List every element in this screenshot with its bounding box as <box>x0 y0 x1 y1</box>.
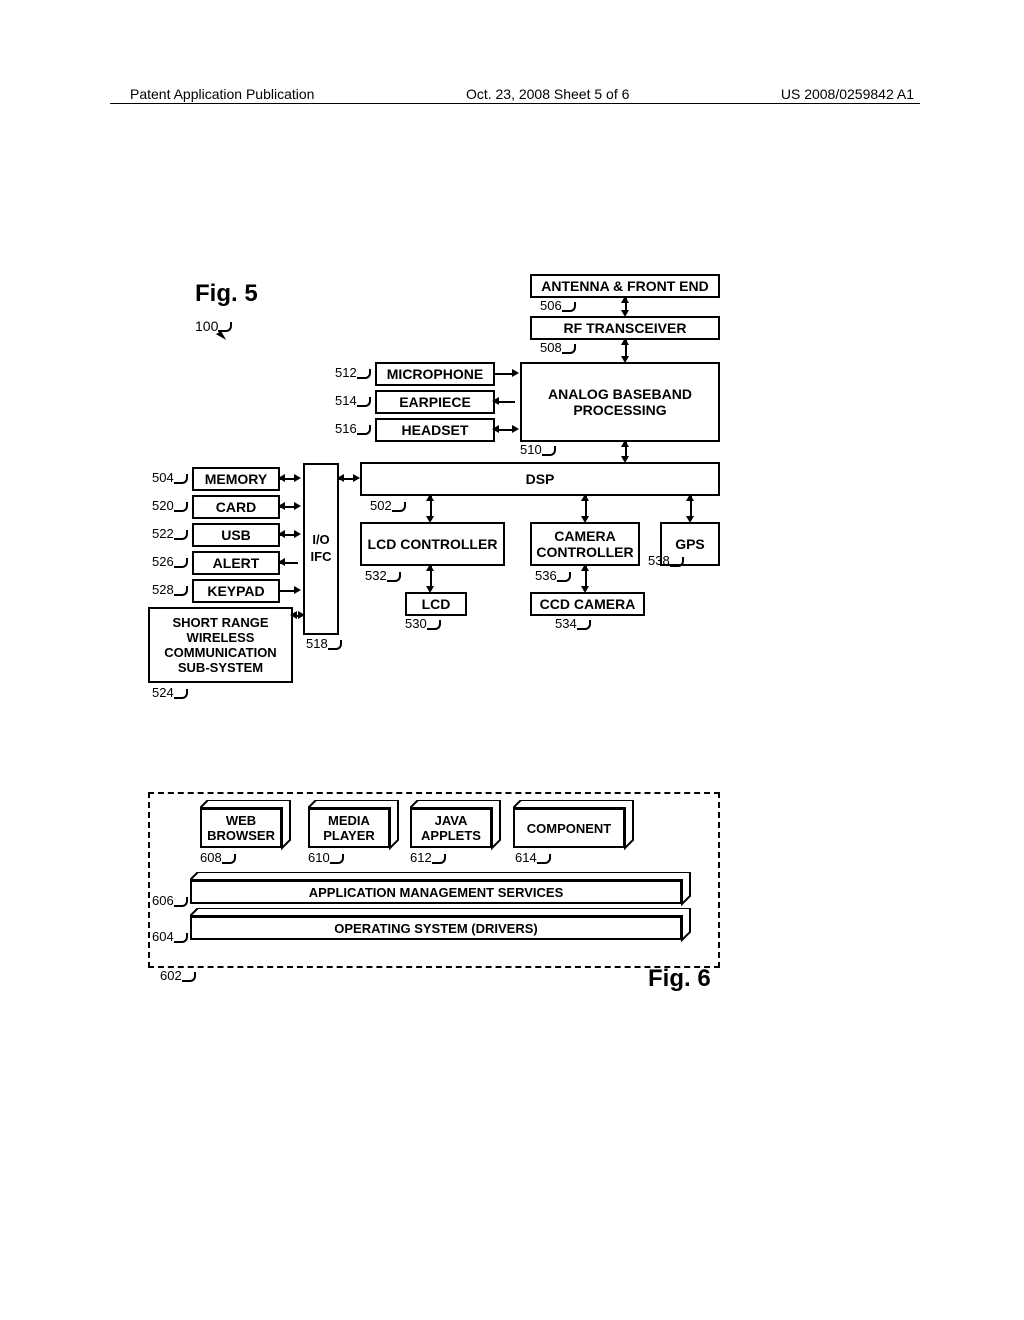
ref-610: 610 <box>308 850 330 865</box>
ref-532: 532 <box>365 568 387 583</box>
ref-602: 602 <box>160 968 182 983</box>
ref-614: 614 <box>515 850 537 865</box>
header-center: Oct. 23, 2008 Sheet 5 of 6 <box>466 86 629 102</box>
ref-612: 612 <box>410 850 432 865</box>
ref-534: 534 <box>555 616 577 631</box>
block-microphone: MICROPHONE <box>375 362 495 386</box>
header-divider <box>110 103 920 104</box>
block-card: CARD <box>192 495 280 519</box>
block-lcd: LCD <box>405 592 467 616</box>
ref-518: 518 <box>306 636 328 651</box>
ref-608: 608 <box>200 850 222 865</box>
block-dsp: DSP <box>360 462 720 496</box>
block-headset: HEADSET <box>375 418 495 442</box>
block-ccd: CCD CAMERA <box>530 592 645 616</box>
ref-526: 526 <box>152 554 174 569</box>
ref-522: 522 <box>152 526 174 541</box>
block-rf: RF TRANSCEIVER <box>530 316 720 340</box>
block-usb: USB <box>192 523 280 547</box>
ref-524: 524 <box>152 685 174 700</box>
header-right: US 2008/0259842 A1 <box>781 86 914 102</box>
fig6-title: Fig. 6 <box>648 965 711 993</box>
header-left: Patent Application Publication <box>130 86 314 102</box>
ref-536: 536 <box>535 568 557 583</box>
block-keypad: KEYPAD <box>192 579 280 603</box>
block-memory: MEMORY <box>192 467 280 491</box>
ref-538: 538 <box>648 553 670 568</box>
block-io: I/O IFC <box>303 463 339 635</box>
ref-528: 528 <box>152 582 174 597</box>
ref-516: 516 <box>335 421 357 436</box>
ref-502: 502 <box>370 498 392 513</box>
ref-604: 604 <box>152 929 174 944</box>
fig5-title: Fig. 5 <box>195 280 258 308</box>
block-analog: ANALOG BASEBAND PROCESSING <box>520 362 720 442</box>
block-alert: ALERT <box>192 551 280 575</box>
ref-606: 606 <box>152 893 174 908</box>
ref-514: 514 <box>335 393 357 408</box>
block-camera-ctrl: CAMERA CONTROLLER <box>530 522 640 566</box>
ref-510: 510 <box>520 442 542 457</box>
ref-504: 504 <box>152 470 174 485</box>
ref-506: 506 <box>540 298 562 313</box>
block-antenna: ANTENNA & FRONT END <box>530 274 720 298</box>
ref-520: 520 <box>152 498 174 513</box>
block-short-range: SHORT RANGE WIRELESS COMMUNICATION SUB-S… <box>148 607 293 683</box>
ref-512: 512 <box>335 365 357 380</box>
ref-530: 530 <box>405 616 427 631</box>
ref-508: 508 <box>540 340 562 355</box>
ref-100-arrow <box>216 331 226 343</box>
block-earpiece: EARPIECE <box>375 390 495 414</box>
block-lcd-ctrl: LCD CONTROLLER <box>360 522 505 566</box>
ref-100: 100 <box>195 318 218 334</box>
